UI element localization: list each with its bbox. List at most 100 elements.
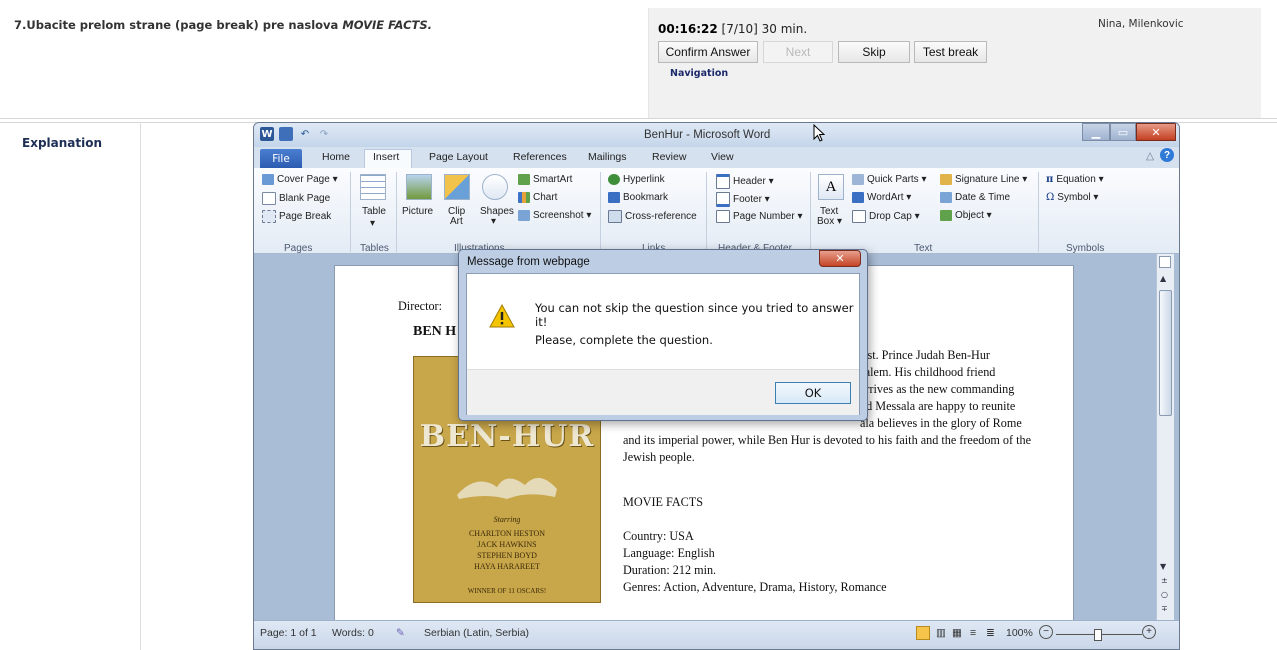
minimize-icon[interactable]: ▁ [1082, 123, 1110, 141]
page-count[interactable]: Page: 1 of 1 [260, 627, 317, 639]
confirm-answer-button[interactable]: Confirm Answer [658, 41, 758, 63]
warning-icon [489, 303, 515, 332]
paragraph-line: arrives as the new commanding [860, 382, 1015, 396]
next-page-icon[interactable]: ∓ [1161, 604, 1168, 613]
signature-line-button[interactable]: Signature Line ▾ [940, 174, 1027, 185]
tab-view[interactable]: View [711, 151, 734, 163]
footer-button[interactable]: Footer ▾ [716, 192, 770, 207]
ribbon-minimize-icon[interactable]: △ [1146, 150, 1154, 162]
screenshot-button[interactable]: Screenshot ▾ [518, 210, 591, 221]
paragraph-line: and its imperial power, while Ben Hur is… [623, 433, 1032, 447]
chart-button[interactable]: Chart [518, 192, 557, 203]
tab-mailings[interactable]: Mailings [588, 151, 627, 163]
zoom-out-icon[interactable]: − [1039, 625, 1053, 639]
bookmark-button[interactable]: Bookmark [608, 192, 668, 203]
ribbon-insert: Cover Page ▾ Blank Page Page Break Pages… [254, 168, 1179, 254]
drop-cap-icon [852, 210, 866, 223]
smartart-button[interactable]: SmartArt [518, 174, 572, 185]
wordart-button[interactable]: WordArt ▾ [852, 192, 911, 203]
close-icon[interactable]: ✕ [1136, 123, 1176, 141]
explanation-label: Explanation [22, 136, 103, 150]
page-break-button[interactable]: Page Break [262, 210, 331, 223]
director-line: Director: [398, 299, 442, 313]
next-button[interactable]: Next [763, 41, 833, 63]
screenshot-label: Screenshot ▾ [533, 210, 592, 221]
clip-art-icon[interactable] [444, 174, 470, 200]
language-indicator[interactable]: Serbian (Latin, Serbia) [424, 627, 529, 639]
zoom-level[interactable]: 100% [1006, 627, 1033, 639]
blank-page-button[interactable]: Blank Page [262, 192, 330, 205]
web-layout-icon[interactable]: ▦ [952, 627, 962, 639]
tab-home[interactable]: Home [322, 151, 350, 163]
word-count[interactable]: Words: 0 [332, 627, 374, 639]
test-break-button[interactable]: Test break [914, 41, 987, 63]
symbol-button[interactable]: Ω Symbol ▾ [1046, 192, 1098, 203]
previous-page-icon[interactable]: ± [1161, 576, 1168, 585]
outline-icon[interactable]: ≡ [970, 627, 976, 639]
draft-icon[interactable]: ≣ [986, 627, 995, 639]
shapes-icon[interactable] [482, 174, 508, 200]
word-logo-icon[interactable]: W [260, 127, 274, 141]
smartart-icon [518, 174, 530, 185]
tab-insert[interactable]: Insert [373, 151, 399, 163]
proofing-icon[interactable]: ✎ [396, 627, 405, 639]
zoom-slider-thumb[interactable] [1094, 629, 1102, 641]
browse-object-icon[interactable]: ○ [1161, 590, 1168, 599]
print-layout-icon[interactable] [916, 626, 930, 640]
tab-review[interactable]: Review [652, 151, 686, 163]
picture-label[interactable]: Picture [402, 206, 433, 217]
quick-parts-icon [852, 174, 864, 185]
zoom-in-icon[interactable]: + [1142, 625, 1156, 639]
dialog-close-icon[interactable]: ✕ [819, 250, 861, 267]
quick-parts-button[interactable]: Quick Parts ▾ [852, 174, 926, 185]
poster-title: BEN-HUR [419, 419, 595, 454]
ruler-toggle-icon[interactable] [1159, 256, 1171, 268]
scroll-thumb[interactable] [1159, 290, 1172, 416]
table-label[interactable]: Table [362, 206, 386, 217]
scroll-down-icon[interactable]: ▼ [1160, 562, 1166, 571]
date-time-button[interactable]: Date & Time [940, 192, 1010, 203]
help-icon[interactable]: ? [1160, 148, 1174, 162]
undo-icon[interactable]: ↶ [298, 127, 312, 141]
table-icon[interactable] [360, 174, 386, 200]
shapes-label[interactable]: Shapes [480, 206, 514, 217]
page-number-button[interactable]: Page Number ▾ [716, 210, 803, 223]
text-box-icon[interactable]: A [818, 174, 844, 200]
tab-file[interactable]: File [260, 149, 302, 168]
paragraph-line: ala believes in the glory of Rome [860, 416, 1022, 430]
skip-button[interactable]: Skip [838, 41, 910, 63]
fact-line: Genres: Action, Adventure, Drama, Histor… [623, 580, 887, 594]
text-box-label-2[interactable]: Box ▾ [817, 216, 842, 227]
cross-reference-icon [608, 210, 622, 223]
save-icon[interactable] [279, 127, 293, 141]
mouse-cursor-icon [813, 123, 826, 146]
redo-icon[interactable]: ↷ [317, 127, 331, 141]
navigation-label: Navigation [670, 68, 729, 79]
cross-reference-button[interactable]: Cross-reference [608, 210, 697, 223]
smartart-label: SmartArt [533, 174, 573, 185]
equation-button[interactable]: π Equation ▾ [1046, 174, 1104, 185]
symbol-label: Symbol ▾ [1057, 192, 1099, 203]
object-button[interactable]: Object ▾ [940, 210, 992, 221]
header-icon [716, 174, 730, 189]
cover-page-button[interactable]: Cover Page ▾ [262, 174, 338, 185]
hyperlink-button[interactable]: Hyperlink [608, 174, 665, 185]
page-number-icon [716, 210, 730, 223]
scroll-up-icon[interactable]: ▲ [1160, 274, 1166, 283]
maximize-icon[interactable]: ▭ [1110, 123, 1136, 141]
dialog-title: Message from webpage [467, 256, 590, 268]
tab-page-layout[interactable]: Page Layout [429, 151, 488, 163]
full-screen-reading-icon[interactable]: ▥ [936, 627, 946, 639]
picture-icon[interactable] [406, 174, 432, 200]
clip-art-label[interactable]: Art [450, 216, 463, 227]
shapes-dropdown-icon[interactable]: ▾ [491, 216, 496, 227]
fact-line: Duration: 212 min. [623, 563, 717, 577]
paragraph-line: salem. His childhood friend [860, 365, 996, 379]
drop-cap-button[interactable]: Drop Cap ▾ [852, 210, 920, 223]
header-button[interactable]: Header ▾ [716, 174, 774, 189]
table-dropdown-icon[interactable]: ▾ [370, 218, 375, 229]
ok-button[interactable]: OK [775, 382, 851, 404]
group-symbols-label: Symbols [1066, 243, 1105, 254]
tab-references[interactable]: References [513, 151, 567, 163]
vertical-scrollbar[interactable]: ▲ ▼ ± ○ ∓ [1156, 254, 1174, 620]
